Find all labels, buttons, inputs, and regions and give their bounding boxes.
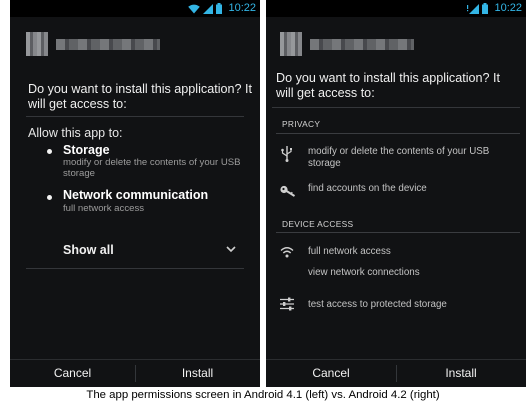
section-header-privacy: PRIVACY [282, 119, 321, 129]
permission-usb-storage: modify or delete the contents of your US… [308, 146, 490, 169]
show-all-button[interactable]: Show all [26, 233, 244, 267]
app-icon [26, 32, 48, 56]
bullet [47, 195, 52, 200]
divider [272, 107, 520, 108]
settings-sliders-icon [280, 297, 294, 311]
app-icon [280, 32, 302, 56]
install-question: Do you want to install this application?… [28, 82, 253, 111]
permission-full-network: full network access [308, 246, 391, 257]
show-all-label: Show all [63, 243, 114, 257]
divider [26, 268, 244, 269]
key-icon [280, 185, 296, 197]
permission-protected-storage: test access to protected storage [308, 299, 447, 310]
divider [276, 133, 520, 134]
divider [26, 116, 244, 117]
button-bar: Cancel Install [10, 359, 260, 387]
button-bar: Cancel Install [266, 359, 526, 387]
android-41-screen: 10:22 Do you want to install this applic… [10, 0, 260, 387]
permission-desc-network: full network access [63, 203, 145, 214]
permission-desc-storage: modify or delete the contents of your US… [63, 157, 241, 179]
permission-find-accounts: find accounts on the device [308, 183, 427, 194]
wifi-icon [280, 247, 294, 258]
usb-icon [281, 146, 292, 162]
install-question: Do you want to install this application?… [276, 71, 501, 100]
cancel-button[interactable]: Cancel [266, 360, 396, 387]
battery-icon [482, 3, 489, 14]
status-bar: 10:22 [10, 0, 260, 17]
signal-icon [203, 3, 214, 14]
app-name-blurred [310, 39, 414, 50]
android-42-screen: 10:22 Do you want to install this applic… [266, 0, 526, 387]
signal-icon [467, 3, 480, 14]
divider [276, 232, 520, 233]
chevron-down-icon [226, 246, 236, 253]
install-button[interactable]: Install [135, 360, 260, 387]
section-header-device-access: DEVICE ACCESS [282, 219, 354, 229]
status-bar: 10:22 [266, 0, 526, 17]
permission-title-storage: Storage [63, 143, 110, 157]
battery-icon [216, 3, 223, 14]
permission-title-network: Network communication [63, 188, 209, 202]
bullet [47, 149, 52, 154]
app-name-blurred [56, 39, 160, 50]
install-button[interactable]: Install [396, 360, 526, 387]
clock: 10:22 [494, 2, 522, 14]
figure-caption: The app permissions screen in Android 4.… [86, 389, 440, 401]
cancel-button[interactable]: Cancel [10, 360, 135, 387]
wifi-icon [188, 4, 201, 13]
permission-view-network: view network connections [308, 267, 420, 278]
allow-label: Allow this app to: [28, 126, 123, 140]
clock: 10:22 [228, 2, 256, 14]
